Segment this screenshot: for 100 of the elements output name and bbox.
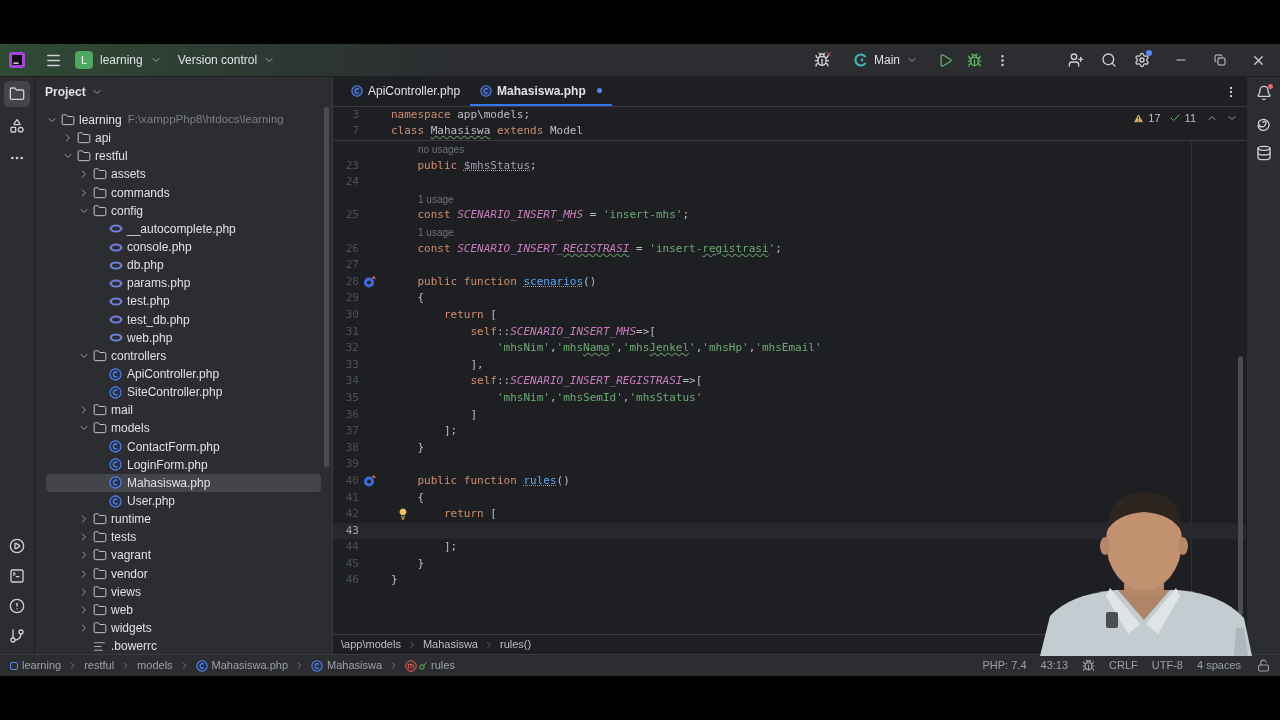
add-user-icon[interactable] (1068, 52, 1084, 68)
code-text: } (417, 439, 425, 456)
tree-item[interactable]: .bowerrc (46, 637, 321, 656)
tree-item[interactable]: SiteController.php (46, 383, 321, 402)
tree-item[interactable]: config (46, 201, 321, 220)
tree-item[interactable]: web.php (46, 328, 321, 347)
tree-item[interactable]: vendor (46, 564, 321, 583)
terminal-icon[interactable] (9, 568, 25, 584)
class-icon (351, 84, 363, 97)
status-breadcrumb[interactable]: models (137, 657, 173, 674)
tree-item-label: test.php (127, 293, 170, 311)
override-marker-icon[interactable] (363, 276, 376, 289)
tool-window-button[interactable] (4, 81, 30, 107)
folder-icon (93, 621, 107, 635)
run-config-icon (854, 53, 868, 67)
git-icon[interactable] (9, 628, 25, 644)
status-breadcrumb[interactable]: rules (431, 657, 455, 674)
tree-item[interactable]: web (46, 600, 321, 619)
status-item[interactable]: UTF-8 (1151, 657, 1183, 674)
breadcrumb-item[interactable]: rules() (499, 636, 532, 653)
tree-item[interactable]: test.php (46, 292, 321, 311)
usage-hint[interactable]: no usages (418, 141, 465, 157)
restore-icon[interactable] (1214, 54, 1226, 66)
tree-item[interactable]: ApiController.php (46, 364, 321, 384)
tree-item[interactable]: __autocomplete.php (46, 219, 321, 238)
tree-item[interactable]: assets (46, 165, 321, 184)
tree-item[interactable]: restful (46, 147, 321, 166)
usage-hint[interactable]: 1 usage (418, 191, 454, 207)
database-icon[interactable] (1255, 145, 1272, 161)
settings-icon[interactable] (1134, 52, 1150, 68)
breadcrumb-item[interactable]: Mahasiswa (422, 636, 478, 653)
tree-item[interactable]: commands (46, 183, 321, 202)
tree-item-label: ApiController.php (127, 366, 220, 384)
code-text: self::SCENARIO_INSERT_REGISTRASI=>[ (470, 373, 703, 390)
run-config-selector[interactable]: Main (854, 51, 918, 69)
usage-hint[interactable]: 1 usage (418, 224, 454, 240)
tree-item[interactable]: vagrant (46, 546, 321, 565)
tree-item-label: config (111, 202, 144, 220)
class-icon (109, 458, 122, 472)
tree-item-label: controllers (111, 347, 167, 365)
status-breadcrumb[interactable]: Mahasiswa.php (211, 657, 288, 674)
php-file-icon (109, 278, 123, 288)
code-text: ]; (444, 539, 458, 556)
tree-item[interactable]: runtime (46, 510, 321, 529)
status-item[interactable]: CRLF (1109, 657, 1138, 674)
warning-icon (1133, 112, 1145, 124)
run-icon[interactable] (938, 52, 953, 68)
scrollbar-thumb[interactable] (1238, 356, 1243, 616)
editor-tab[interactable]: Mahasiswa.php (470, 77, 612, 106)
tree-item[interactable]: params.php (46, 274, 321, 293)
override-marker-icon[interactable] (363, 475, 376, 488)
tree-item[interactable]: mail (46, 401, 321, 420)
tree-item[interactable]: widgets (46, 618, 321, 638)
tree-item[interactable]: test_db.php (46, 310, 321, 329)
tree-item[interactable]: ContactForm.php (46, 437, 321, 456)
tree-item[interactable]: models (46, 419, 321, 438)
class-icon (311, 659, 323, 672)
debug-icon[interactable] (967, 52, 982, 68)
tree-item[interactable]: controllers (46, 346, 321, 365)
status-breadcrumb[interactable]: learning (22, 657, 62, 674)
tree-item[interactable]: views (46, 582, 321, 601)
tree-item-label: restful (95, 148, 128, 166)
tree-item[interactable]: Mahasiswa.php (46, 473, 321, 492)
tree-item[interactable]: learning F:\xamppPhp8\htdocs\learning (46, 111, 321, 130)
notifications-icon[interactable] (1255, 85, 1272, 101)
tree-item[interactable]: db.php (46, 256, 321, 275)
bug-icon[interactable] (1082, 659, 1096, 672)
status-breadcrumb[interactable]: Mahasiswa (327, 657, 383, 674)
status-item[interactable]: PHP: 7.4 (982, 657, 1027, 674)
vcs-widget[interactable]: Version control (177, 51, 276, 69)
weak-warning-count: 11 (1184, 111, 1196, 126)
panel-title[interactable]: Project (45, 83, 103, 101)
editor-tab[interactable]: ApiController.php (341, 77, 471, 106)
status-item[interactable]: 4 spaces (1196, 657, 1241, 674)
tree-item[interactable]: console.php (46, 238, 321, 257)
code-text: const SCENARIO_INSERT_REGISTRASI = 'insert-registrasi'; (417, 240, 782, 257)
tree-item-label: __autocomplete.php (127, 220, 236, 238)
class-icon (109, 367, 122, 381)
status-item[interactable]: 43:13 (1040, 657, 1069, 674)
project-switcher[interactable]: L learning (75, 51, 162, 69)
tree-item[interactable]: api (46, 129, 321, 148)
tree-item-label: tests (111, 529, 137, 547)
status-breadcrumb[interactable]: restful (84, 657, 115, 674)
lightbulb-icon[interactable] (397, 508, 409, 521)
bug-icon[interactable] (814, 52, 830, 68)
tree-item-label: db.php (127, 257, 164, 275)
tree-item[interactable]: User.php (46, 491, 321, 511)
search-icon[interactable] (1101, 52, 1117, 68)
services-icon[interactable] (9, 538, 25, 554)
tree-item[interactable]: tests (46, 528, 321, 547)
inspection-widget[interactable]: 17 11 (1133, 107, 1238, 127)
class-icon (480, 84, 493, 97)
breadcrumb-item[interactable]: \app\models (341, 636, 401, 653)
problems-icon[interactable] (9, 598, 25, 614)
line-number: 43 (344, 522, 359, 539)
scrollbar-thumb[interactable] (324, 107, 329, 467)
folder-icon (93, 548, 107, 563)
tree-item[interactable]: LoginForm.php (46, 455, 321, 474)
lock-icon[interactable] (1257, 659, 1270, 672)
folder-icon (93, 403, 107, 418)
